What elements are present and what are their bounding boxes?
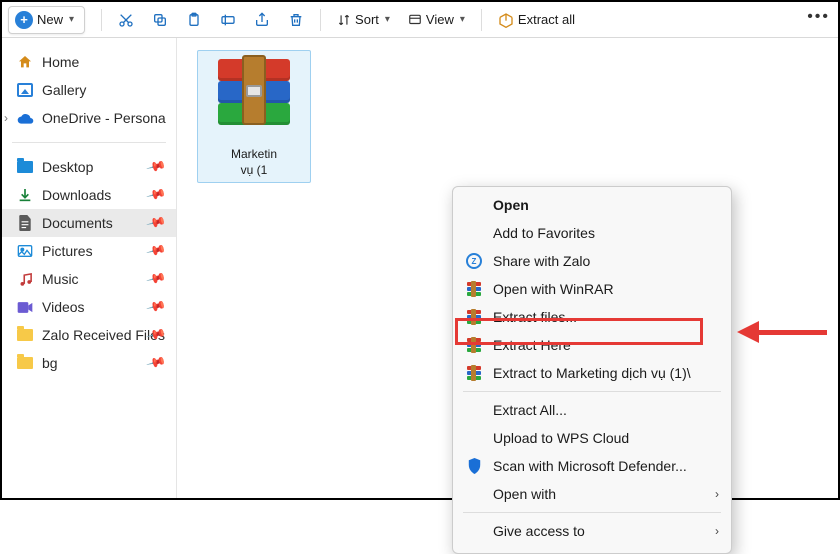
new-button[interactable]: + New ▾ [8, 6, 85, 34]
folder-icon [16, 354, 34, 372]
sidebar-item-label: bg [42, 355, 58, 371]
ctx-label: Upload to WPS Cloud [493, 430, 629, 446]
ctx-extract-to[interactable]: Extract to Marketing dịch vụ (1)\ [453, 359, 731, 387]
ctx-label: Extract to Marketing dịch vụ (1)\ [493, 365, 691, 381]
sidebar-item-downloads[interactable]: Downloads 📌 [2, 181, 176, 209]
share-icon[interactable] [248, 6, 276, 34]
chevron-down-icon: ▾ [69, 14, 74, 25]
view-button[interactable]: View ▾ [402, 6, 471, 34]
chevron-down-icon: ▾ [385, 14, 390, 25]
cut-icon[interactable] [112, 6, 140, 34]
pictures-icon [16, 242, 34, 260]
pin-icon: 📌 [145, 352, 167, 374]
plus-icon: + [15, 11, 33, 29]
pin-icon: 📌 [145, 240, 167, 262]
sidebar: Home Gallery OneDrive - Persona Desktop … [2, 38, 177, 498]
sidebar-item-onedrive[interactable]: OneDrive - Persona [2, 104, 176, 132]
ctx-upload-wps[interactable]: Upload to WPS Cloud [453, 424, 731, 452]
cloud-icon [16, 109, 34, 127]
video-icon [16, 298, 34, 316]
sidebar-item-label: Downloads [42, 187, 111, 203]
sidebar-item-music[interactable]: Music 📌 [2, 265, 176, 293]
sort-button[interactable]: Sort ▾ [331, 6, 396, 34]
sidebar-item-gallery[interactable]: Gallery [2, 76, 176, 104]
content-area[interactable]: Marketin vụ (1 Open Add to Favorites Z S… [177, 38, 838, 498]
sidebar-item-label: Documents [42, 215, 113, 231]
music-icon [16, 270, 34, 288]
chevron-right-icon: › [715, 524, 719, 538]
ctx-label: Extract Here [493, 337, 571, 353]
pin-icon: 📌 [145, 268, 167, 290]
new-label: New [37, 12, 63, 27]
delete-icon[interactable] [282, 6, 310, 34]
annotation-arrow [737, 325, 827, 339]
pin-icon: 📌 [145, 156, 167, 178]
chevron-down-icon: ▾ [460, 14, 465, 25]
sidebar-item-videos[interactable]: Videos 📌 [2, 293, 176, 321]
sidebar-item-desktop[interactable]: Desktop 📌 [2, 153, 176, 181]
desktop-icon [16, 158, 34, 176]
rename-icon[interactable] [214, 6, 242, 34]
copy-icon[interactable] [146, 6, 174, 34]
sidebar-item-label: Pictures [42, 243, 93, 259]
pin-icon: 📌 [145, 296, 167, 318]
ctx-label: Open [493, 197, 529, 213]
sort-label: Sort [355, 12, 379, 27]
pin-icon: 📌 [145, 212, 167, 234]
ctx-extract-all[interactable]: Extract All... [453, 396, 731, 424]
file-item[interactable]: Marketin vụ (1 [197, 50, 311, 183]
sidebar-item-home[interactable]: Home [2, 48, 176, 76]
zalo-icon: Z [465, 252, 483, 270]
sidebar-item-label: Gallery [42, 82, 86, 98]
sidebar-item-label: Videos [42, 299, 85, 315]
sidebar-item-documents[interactable]: Documents 📌 [2, 209, 176, 237]
rar-icon [465, 308, 483, 326]
chevron-right-icon: › [715, 487, 719, 501]
ctx-label: Scan with Microsoft Defender... [493, 458, 687, 474]
ctx-scan-defender[interactable]: Scan with Microsoft Defender... [453, 452, 731, 480]
ctx-label: Share with Zalo [493, 253, 590, 269]
extract-all-button[interactable]: Extract all [492, 6, 581, 34]
ctx-extract-here[interactable]: Extract Here [453, 331, 731, 359]
shield-icon [465, 457, 483, 475]
paste-icon[interactable] [180, 6, 208, 34]
pin-icon: 📌 [145, 184, 167, 206]
ctx-label: Add to Favorites [493, 225, 595, 241]
ctx-label: Give access to [493, 523, 585, 539]
ctx-add-favorites[interactable]: Add to Favorites [453, 219, 731, 247]
ctx-label: Extract All... [493, 402, 567, 418]
rar-icon [465, 280, 483, 298]
rar-icon [465, 336, 483, 354]
sidebar-item-label: Home [42, 54, 79, 70]
rar-file-icon [210, 55, 298, 143]
document-icon [16, 214, 34, 232]
view-label: View [426, 12, 454, 27]
sidebar-item-label: OneDrive - Persona [42, 110, 166, 126]
ctx-label: Open with WinRAR [493, 281, 614, 297]
gallery-icon [16, 81, 34, 99]
ctx-label: Extract files... [493, 309, 577, 325]
main: Home Gallery OneDrive - Persona Desktop … [2, 38, 838, 498]
overflow-icon[interactable]: ••• [807, 8, 830, 26]
ctx-extract-files[interactable]: Extract files... [453, 303, 731, 331]
ctx-give-access[interactable]: Give access to › [453, 517, 731, 545]
sidebar-item-pictures[interactable]: Pictures 📌 [2, 237, 176, 265]
home-icon [16, 53, 34, 71]
toolbar: + New ▾ Sort ▾ View ▾ Extract all ••• [2, 2, 838, 38]
sidebar-item-label: Desktop [42, 159, 93, 175]
context-menu: Open Add to Favorites Z Share with Zalo … [452, 186, 732, 554]
folder-icon [16, 326, 34, 344]
sidebar-item-zalo-received[interactable]: Zalo Received Files 📌 [2, 321, 176, 349]
download-icon [16, 186, 34, 204]
extract-all-label: Extract all [518, 12, 575, 27]
ctx-open-winrar[interactable]: Open with WinRAR [453, 275, 731, 303]
sidebar-item-label: Music [42, 271, 79, 287]
file-name: Marketin vụ (1 [202, 147, 306, 178]
ctx-open[interactable]: Open [453, 191, 731, 219]
ctx-share-zalo[interactable]: Z Share with Zalo [453, 247, 731, 275]
rar-icon [465, 364, 483, 382]
sidebar-item-bg[interactable]: bg 📌 [2, 349, 176, 377]
ctx-open-with[interactable]: Open with › [453, 480, 731, 508]
